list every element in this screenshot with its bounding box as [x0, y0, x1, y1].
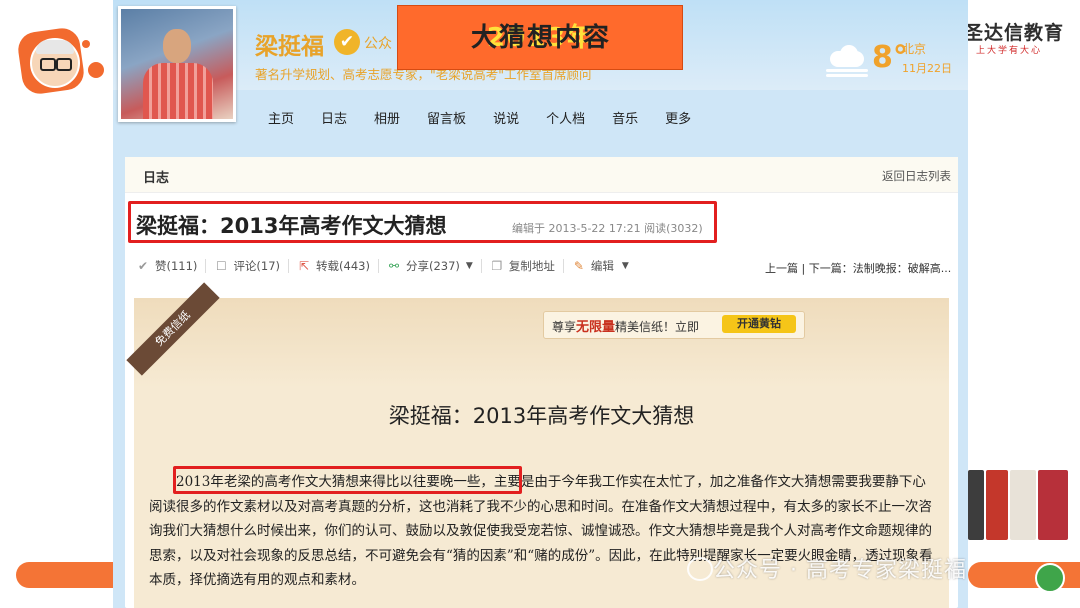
panel-header: [125, 157, 958, 193]
share-icon: ⚯: [388, 259, 400, 273]
profile-name[interactable]: 梁挺福: [255, 27, 324, 61]
book-image: [968, 470, 984, 540]
nav-item-album[interactable]: 相册: [374, 108, 400, 127]
weather-date: 11月22日: [902, 62, 952, 75]
logo-icon: [1035, 563, 1065, 593]
nav-item-blog[interactable]: 日志: [321, 108, 347, 127]
nav-item-music[interactable]: 音乐: [612, 108, 638, 127]
watermark: 公众号 · 高考专家梁挺福: [713, 558, 967, 583]
brand-slogan: 上大学有大心: [976, 46, 1043, 56]
prev-next-links[interactable]: 上一篇 | 下一篇：法制晚报：破解高...: [765, 260, 951, 276]
nav-item-guestbook[interactable]: 留言板: [427, 108, 466, 127]
copy-icon: ❐: [491, 259, 503, 273]
nav-item-profile[interactable]: 个人档: [546, 108, 585, 127]
chevron-down-icon[interactable]: ▼: [622, 261, 629, 271]
back-to-list-link[interactable]: 返回日志列表: [882, 168, 951, 184]
weather-cloud-icon: [826, 45, 868, 77]
promo-text: 尊享无限量精美信纸！立即: [552, 320, 700, 335]
repost-button[interactable]: ⇱ 转载(443): [297, 258, 370, 274]
decor-bar: [16, 562, 126, 588]
paper-decoration: [134, 298, 949, 388]
decor-dot: [82, 40, 90, 48]
repost-icon: ⇱: [299, 259, 310, 273]
copy-url-button[interactable]: ❐ 复制地址: [490, 258, 554, 274]
banner-text: 大猜想内容: [470, 23, 611, 53]
verified-label: 公众: [364, 36, 392, 52]
cartoon-avatar-icon: [30, 38, 80, 88]
highlight-box: [173, 466, 522, 494]
check-icon: ✔: [137, 259, 149, 273]
chevron-down-icon[interactable]: ▼: [466, 261, 473, 271]
wechat-icon: [687, 557, 713, 581]
share-button[interactable]: ⚯ 分享(237) ▼: [387, 258, 473, 274]
weather-city: 北京: [902, 42, 927, 56]
slide-banner: 2013年 大猜想内容: [397, 5, 683, 70]
article-title: 梁挺福：2013年高考作文大猜想: [388, 404, 695, 428]
panel-title: 日志: [143, 171, 170, 186]
comment-button[interactable]: ☐ 评论(17): [214, 258, 280, 274]
main-nav: 主页 日志 相册 留言板 说说 个人档 音乐 更多: [268, 108, 718, 127]
like-button[interactable]: ✔ 赞(111): [136, 258, 197, 274]
profile-photo[interactable]: [118, 6, 236, 122]
book-image: [986, 470, 1008, 540]
brand-name: 圣达信教育: [964, 22, 1065, 44]
edit-icon: ✎: [573, 259, 584, 273]
verified-icon: ✔: [334, 29, 360, 55]
book-image: [1010, 470, 1036, 540]
nav-item-home[interactable]: 主页: [268, 108, 294, 127]
open-vip-button[interactable]: 开通黄钻: [722, 315, 796, 333]
book-image: [1038, 470, 1068, 540]
edit-button[interactable]: ✎ 编辑 ▼: [572, 258, 629, 274]
nav-item-moments[interactable]: 说说: [493, 108, 519, 127]
post-actions: ✔ 赞(111) ☐ 评论(17) ⇱ 转载(443) ⚯ 分享(237) ▼ ❐ 复制地址…: [136, 258, 629, 274]
comment-icon: ☐: [216, 259, 227, 273]
decor-dot: [88, 62, 104, 78]
nav-item-more[interactable]: 更多: [665, 108, 691, 127]
highlight-box: [128, 201, 717, 243]
